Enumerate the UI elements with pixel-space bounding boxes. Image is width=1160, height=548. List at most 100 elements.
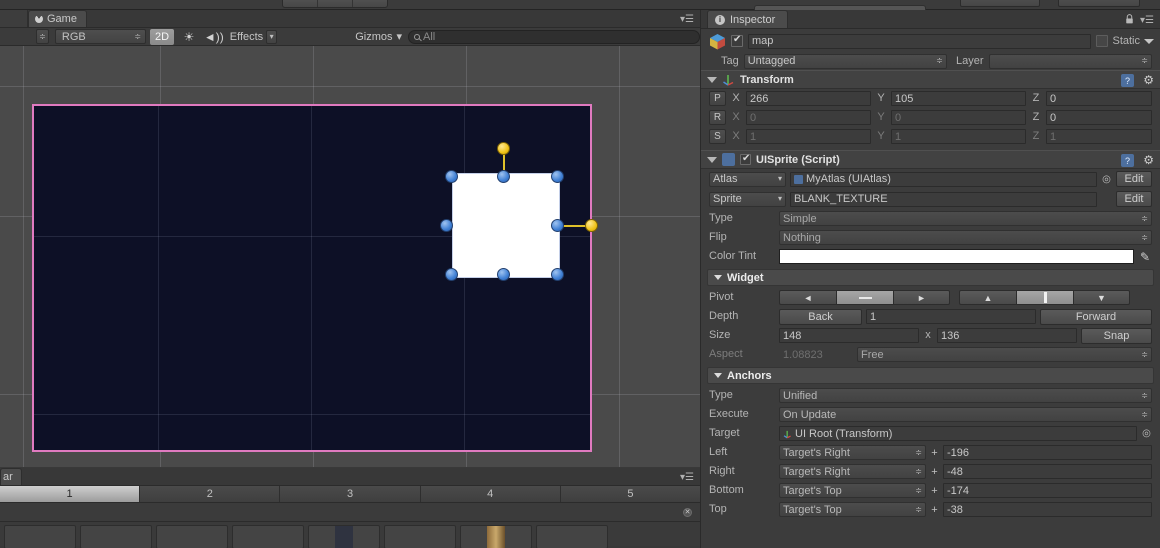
anchors-execute-dropdown[interactable]: On Update ≑: [779, 407, 1152, 422]
scale-y-field[interactable]: 1: [891, 129, 1026, 144]
layer-button-2[interactable]: 2: [140, 486, 281, 502]
foldout-icon[interactable]: [714, 373, 722, 378]
position-x-field[interactable]: 266: [746, 91, 871, 106]
anchor-left-offset-field[interactable]: -196: [943, 445, 1152, 460]
toggle-2d[interactable]: 2D: [150, 28, 175, 45]
asset-thumbnail[interactable]: [460, 525, 532, 548]
clear-x-icon[interactable]: ✕: [683, 508, 692, 517]
layout-dropdown[interactable]: [1058, 0, 1140, 7]
chevron-down-icon[interactable]: [1144, 38, 1154, 44]
effects-dropdown-icon[interactable]: ▾: [266, 29, 278, 44]
search-input[interactable]: All: [408, 29, 700, 44]
transform-component-header[interactable]: Transform ? ⚙: [701, 70, 1160, 89]
handle-top-center[interactable]: [497, 170, 510, 183]
position-y-field[interactable]: 105: [891, 91, 1026, 106]
depth-value-field[interactable]: 1: [866, 309, 1036, 324]
panel-menu-icon[interactable]: ▾☰: [680, 472, 694, 483]
foldout-icon[interactable]: [707, 76, 717, 83]
aspect-mode-dropdown[interactable]: Free ≑: [857, 347, 1152, 362]
sprite-name-field[interactable]: BLANK_TEXTURE: [790, 191, 1097, 207]
sprite-edit-button[interactable]: Edit: [1116, 191, 1152, 207]
gizmos-dropdown-icon[interactable]: ▾: [396, 30, 402, 43]
tab-inspector[interactable]: i Inspector: [707, 10, 789, 28]
size-snap-button[interactable]: Snap: [1081, 327, 1152, 344]
pivot-left-button[interactable]: ◄: [779, 290, 836, 305]
handle-bottom-center[interactable]: [497, 268, 510, 281]
type-dropdown[interactable]: Simple ≑: [779, 211, 1152, 226]
flip-dropdown[interactable]: Nothing ≑: [779, 230, 1152, 245]
object-picker-icon[interactable]: ◎: [1141, 428, 1152, 439]
pivot-bottom-button[interactable]: ▼: [1073, 290, 1130, 305]
anchor-top-dropdown[interactable]: Target's Top ≑: [779, 502, 926, 517]
depth-back-button[interactable]: Back: [779, 308, 862, 325]
rotation-z-field[interactable]: 0: [1046, 110, 1152, 125]
help-icon[interactable]: ?: [1121, 154, 1134, 167]
object-name-field[interactable]: map: [748, 33, 1092, 49]
foldout-icon[interactable]: [714, 275, 722, 280]
asset-thumbnail[interactable]: [384, 525, 456, 548]
uisprite-component-header[interactable]: UISprite (Script) ? ⚙: [701, 150, 1160, 169]
foldout-icon[interactable]: [707, 156, 717, 163]
anchor-right-dropdown[interactable]: Target's Right ≑: [779, 464, 926, 479]
anchor-top-offset-field[interactable]: -38: [943, 502, 1152, 517]
aspect-dropdown[interactable]: RGB ≑: [54, 29, 147, 44]
mute-audio-icon[interactable]: ◄)): [204, 29, 224, 45]
depth-forward-button[interactable]: Forward: [1040, 308, 1152, 325]
pivot-center-h-button[interactable]: [836, 290, 893, 305]
sun-icon[interactable]: ☀: [179, 29, 199, 45]
anchor-dot-right[interactable]: [585, 219, 598, 232]
game-viewport[interactable]: [0, 46, 700, 467]
anchor-bottom-dropdown[interactable]: Target's Top ≑: [779, 483, 926, 498]
tag-dropdown[interactable]: Untagged ≑: [743, 53, 947, 69]
lock-icon[interactable]: [1125, 14, 1134, 24]
atlas-edit-button[interactable]: Edit: [1116, 171, 1152, 187]
size-width-field[interactable]: 148: [779, 328, 919, 343]
anchor-dot-top[interactable]: [497, 142, 510, 155]
layer-dropdown[interactable]: ≑: [988, 53, 1152, 69]
handle-bottom-left[interactable]: [445, 268, 458, 281]
transport-buttons[interactable]: [282, 0, 388, 8]
rotation-x-field[interactable]: 0: [746, 110, 871, 125]
asset-thumbnail[interactable]: [80, 525, 152, 548]
asset-thumbnail[interactable]: [4, 525, 76, 548]
panel-menu-icon[interactable]: ▾☰: [680, 14, 694, 25]
eyedropper-icon[interactable]: ✎: [1138, 250, 1152, 264]
selected-sprite[interactable]: [452, 173, 560, 278]
gear-icon[interactable]: ⚙: [1143, 74, 1154, 86]
tab-game[interactable]: Game: [28, 10, 87, 27]
object-active-checkbox[interactable]: [731, 34, 743, 47]
scale-x-field[interactable]: 1: [746, 129, 871, 144]
rotation-y-field[interactable]: 0: [891, 110, 1026, 125]
layer-button-4[interactable]: 4: [420, 486, 561, 502]
scale-z-field[interactable]: 1: [1046, 129, 1152, 144]
uisprite-enabled-checkbox[interactable]: [740, 153, 751, 165]
layer-button-5[interactable]: 5: [560, 486, 701, 502]
atlas-object-field[interactable]: MyAtlas (UIAtlas): [790, 171, 1097, 187]
anchors-type-dropdown[interactable]: Unified ≑: [779, 388, 1152, 403]
anchors-section-header[interactable]: Anchors: [707, 367, 1154, 384]
layers-dropdown[interactable]: [960, 0, 1040, 7]
pause-icon[interactable]: [318, 0, 353, 7]
static-checkbox[interactable]: [1096, 35, 1109, 47]
handle-top-left[interactable]: [445, 170, 458, 183]
rotation-axis-button[interactable]: R: [709, 110, 726, 125]
asset-thumbnail[interactable]: [232, 525, 304, 548]
anchor-left-dropdown[interactable]: Target's Right ≑: [779, 445, 926, 460]
help-icon[interactable]: ?: [1121, 74, 1134, 87]
widget-section-header[interactable]: Widget: [707, 269, 1154, 286]
anchor-bottom-offset-field[interactable]: -174: [943, 483, 1152, 498]
object-picker-icon[interactable]: ◎: [1101, 174, 1112, 185]
handle-top-right[interactable]: [551, 170, 564, 183]
play-icon[interactable]: [283, 0, 318, 7]
layer-button-3[interactable]: 3: [280, 486, 421, 502]
atlas-dropdown[interactable]: Atlas ▾: [709, 171, 786, 187]
display-stepper[interactable]: ≑: [36, 29, 49, 44]
tab-layer[interactable]: ar: [0, 468, 22, 485]
pivot-center-v-button[interactable]: [1016, 290, 1073, 305]
layer-button-1[interactable]: 1: [0, 486, 141, 502]
position-axis-button[interactable]: P: [709, 91, 726, 106]
effects-group[interactable]: Effects ▾: [230, 29, 278, 44]
pivot-top-button[interactable]: ▲: [959, 290, 1016, 305]
size-height-field[interactable]: 136: [937, 328, 1077, 343]
position-z-field[interactable]: 0: [1046, 91, 1152, 106]
